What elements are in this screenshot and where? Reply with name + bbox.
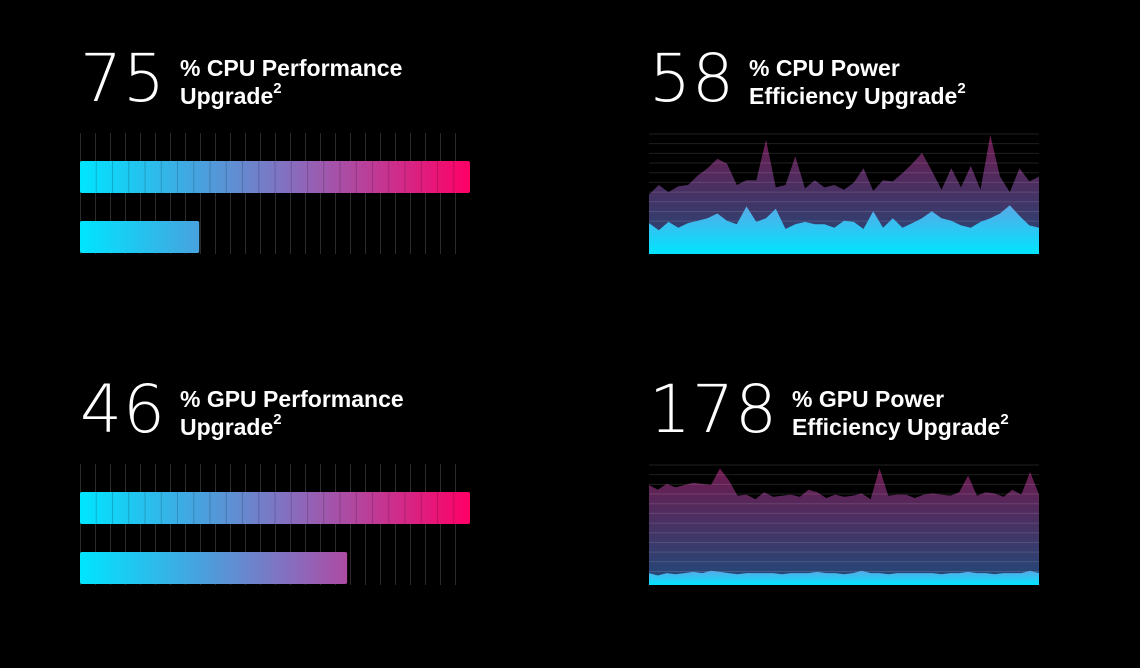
label-line-2-text: Upgrade (179, 83, 274, 109)
gpu-power-efficiency-value: 178 (649, 371, 778, 448)
cpu-power-efficiency-label: % CPU Power Efficiency Upgrade2 (749, 54, 966, 110)
bar-2 (80, 552, 348, 584)
cpu-power-efficiency-value: 58 (649, 40, 735, 117)
gpu-performance-panel: 46 % GPU Performance Upgrade2 (80, 371, 480, 585)
label-line-2-text: Efficiency Upgrade (748, 83, 958, 109)
footnote-mark: 2 (273, 80, 282, 98)
cpu-performance-value: 75 (80, 40, 166, 117)
label-line-2: Upgrade2 (179, 411, 404, 441)
cpu-performance-label: % CPU Performance Upgrade2 (180, 54, 402, 110)
label-line-1: % GPU Power (791, 386, 945, 412)
label-line-2: Upgrade2 (179, 80, 402, 110)
series-1-area (649, 468, 1039, 585)
label-line-1: % GPU Performance (179, 386, 404, 412)
gpu-performance-label: % GPU Performance Upgrade2 (180, 385, 404, 441)
label-line-2: Efficiency Upgrade2 (791, 411, 1009, 441)
label-line-1: % CPU Power (748, 55, 900, 81)
gpu-power-efficiency-panel: 178 % GPU Power Efficiency Upgrade2 (649, 371, 1049, 585)
footnote-mark: 2 (957, 80, 966, 98)
cpu-performance-bar-chart (80, 133, 470, 254)
gpu-power-efficiency-area-chart (649, 464, 1039, 585)
label-line-2: Efficiency Upgrade2 (748, 80, 966, 110)
gpu-power-efficiency-label: % GPU Power Efficiency Upgrade2 (792, 385, 1009, 441)
label-line-2-text: Efficiency Upgrade (791, 414, 1001, 440)
cpu-power-efficiency-area-chart (649, 133, 1039, 254)
gpu-performance-value: 46 (80, 371, 166, 448)
bar-2 (80, 221, 200, 253)
footnote-mark: 2 (1000, 411, 1009, 429)
cpu-performance-panel: 75 % CPU Performance Upgrade2 (80, 40, 480, 254)
footnote-mark: 2 (273, 411, 282, 429)
label-line-1: % CPU Performance (179, 55, 403, 81)
gpu-performance-bar-chart (80, 464, 470, 585)
cpu-power-efficiency-panel: 58 % CPU Power Efficiency Upgrade2 (649, 40, 1049, 254)
label-line-2-text: Upgrade (179, 414, 274, 440)
